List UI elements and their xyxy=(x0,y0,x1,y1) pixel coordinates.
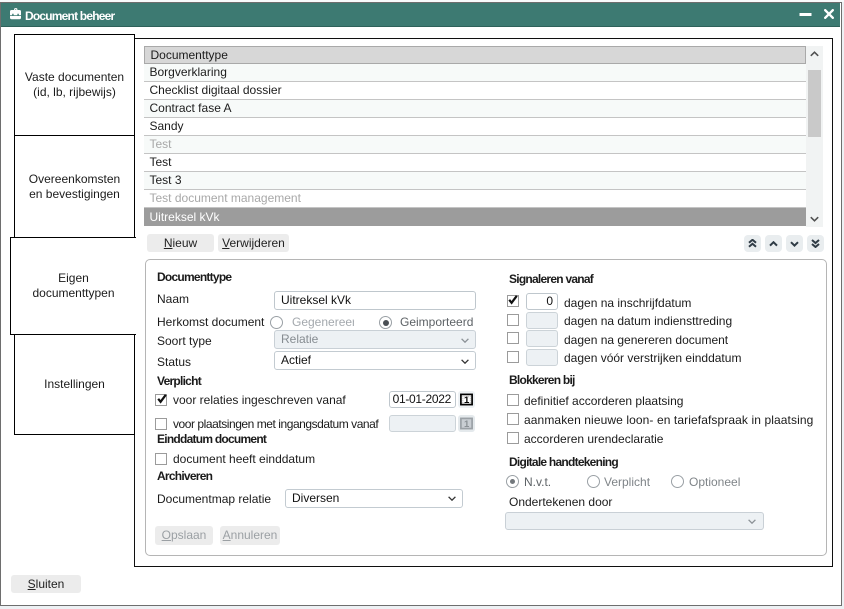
svg-text:1: 1 xyxy=(464,419,470,430)
svg-text:1: 1 xyxy=(464,395,470,406)
